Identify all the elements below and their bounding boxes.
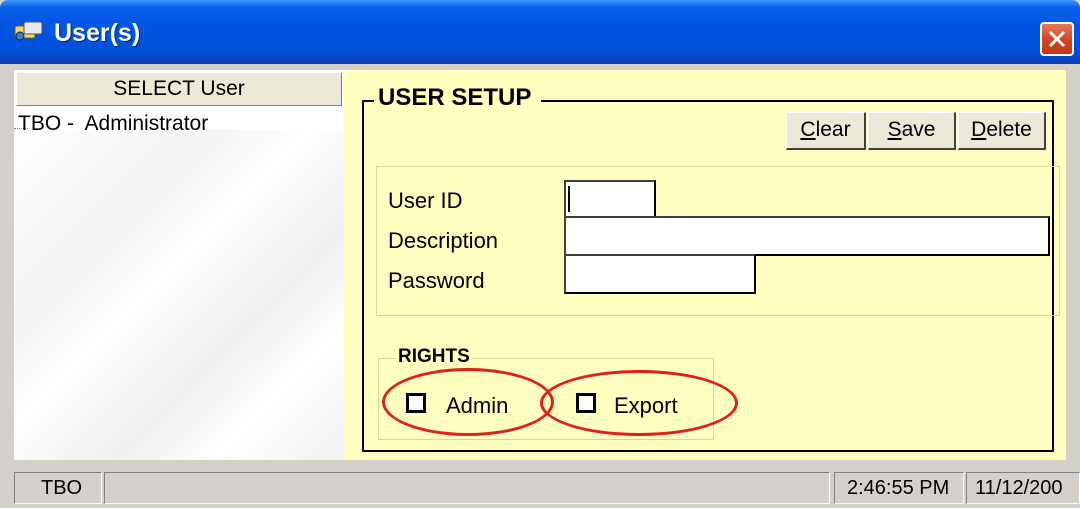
delete-label: elete — [986, 118, 1032, 141]
clear-accel: C — [800, 118, 816, 141]
list-background — [14, 130, 344, 460]
user-code: TBO - — [18, 112, 74, 135]
password-input[interactable] — [564, 254, 756, 294]
status-bar: TBO 2:46:55 PM 11/12/200 — [0, 466, 1080, 508]
title-bar[interactable]: User(s) — [0, 0, 1080, 64]
delete-button[interactable]: Delete — [958, 112, 1046, 150]
users-window: User(s) SELECT User TBO - Administrator … — [0, 0, 1080, 508]
password-label: Password — [388, 268, 485, 293]
user-list-item[interactable]: TBO - Administrator — [18, 112, 208, 136]
admin-annotation-ellipse — [382, 368, 554, 436]
description-input[interactable] — [564, 216, 1050, 256]
description-label: Description — [388, 228, 499, 253]
status-message — [104, 472, 830, 504]
clear-label: lear — [815, 118, 851, 141]
close-button[interactable] — [1040, 22, 1074, 56]
users-app-icon — [14, 21, 43, 41]
save-button[interactable]: Save — [868, 112, 956, 150]
user-id-label: User ID — [388, 188, 463, 213]
export-annotation-ellipse — [540, 370, 738, 436]
user-list-panel: SELECT User TBO - Administrator — [14, 70, 346, 460]
status-time: 2:46:55 PM — [834, 472, 964, 504]
user-setup-title: USER SETUP — [374, 84, 542, 112]
save-label: ave — [901, 118, 936, 141]
user-name: Administrator — [84, 112, 209, 135]
save-accel: S — [887, 118, 902, 141]
status-date: 11/12/200 — [966, 472, 1080, 504]
user-id-input[interactable] — [564, 180, 656, 218]
status-user: TBO — [14, 472, 102, 504]
clear-button[interactable]: Clear — [786, 112, 866, 150]
delete-accel: D — [971, 118, 987, 141]
rights-title: RIGHTS — [396, 346, 472, 368]
close-icon — [1048, 30, 1066, 48]
window-title: User(s) — [54, 19, 141, 47]
text-caret — [568, 186, 570, 212]
select-user-header[interactable]: SELECT User — [16, 72, 342, 106]
